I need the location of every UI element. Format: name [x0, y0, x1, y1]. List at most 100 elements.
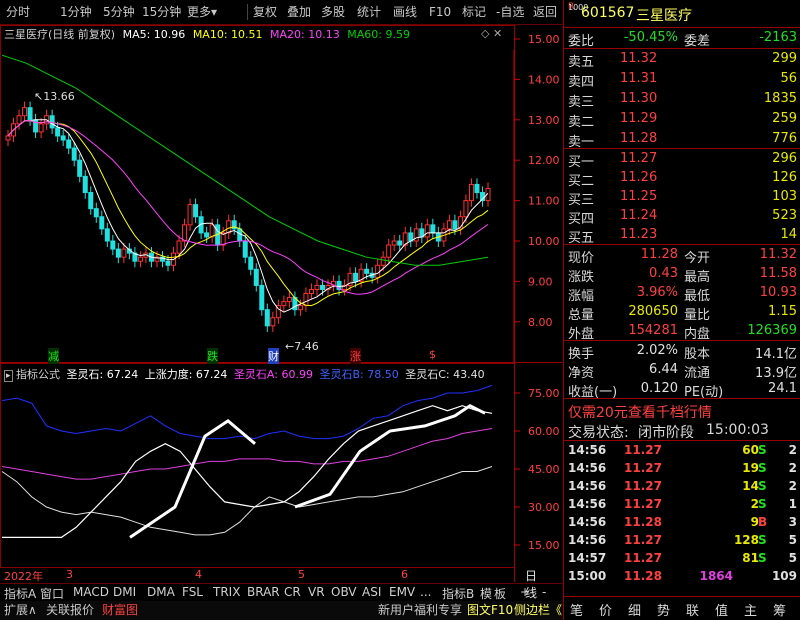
candle-body	[49, 115, 55, 129]
book-row[interactable]: 买一 11.27 296	[564, 149, 800, 170]
event-reduce[interactable]: 减	[48, 348, 59, 364]
indicator-axis-label: 75.00	[528, 387, 560, 400]
candle-body	[182, 224, 188, 242]
related-quote-tab[interactable]: 关联报价	[46, 602, 94, 619]
indicator-tab[interactable]: 板	[494, 585, 506, 602]
event-fall[interactable]: 跌	[207, 348, 218, 364]
promo-link[interactable]: 新用户福利专享	[378, 602, 462, 619]
divider	[564, 596, 800, 597]
tick-count: 5	[788, 533, 797, 547]
book-row[interactable]: 买二 11.26 126	[564, 168, 800, 189]
ind-value-b: 圣灵石B: 78.50	[319, 368, 399, 381]
book-price: 11.29	[620, 111, 658, 126]
tick-side: S	[758, 533, 767, 547]
indicator-tab[interactable]: BRAR	[247, 585, 280, 599]
book-row[interactable]: 买四 11.24 523	[564, 206, 800, 227]
book-price: 11.32	[620, 51, 658, 66]
book-volume: 776	[772, 131, 797, 146]
indicator-tab[interactable]: MACD	[73, 585, 109, 599]
tab-15min[interactable]: 15分钟	[142, 3, 181, 21]
stat-value: 10.93	[759, 285, 797, 300]
indicator-header: ▸ 指标公式 圣灵石: 67.24 上涨力度: 67.24 圣灵石A: 60.9…	[4, 366, 485, 382]
indicator-tab[interactable]: 指标A	[4, 585, 36, 602]
panel-tab[interactable]: 价	[599, 600, 612, 619]
book-row[interactable]: 卖五 11.32 299	[564, 49, 800, 70]
wealth-chart-tab[interactable]: 财富图	[102, 602, 138, 619]
f10-button[interactable]: F10	[429, 3, 451, 21]
event-rise[interactable]: 涨	[350, 348, 361, 364]
candle-body	[110, 240, 116, 250]
sidebar-toggle[interactable]: 侧边栏《	[514, 602, 562, 619]
divider	[564, 398, 800, 399]
book-row[interactable]: 卖三 11.30 1835	[564, 89, 800, 110]
indicator-tab[interactable]: -	[542, 585, 546, 599]
mark-button[interactable]: 标记	[462, 3, 486, 21]
book-volume: 523	[772, 208, 797, 223]
promo-row[interactable]: 仅需20元查看千档行情	[564, 400, 800, 422]
panel-tab[interactable]: 联	[686, 600, 699, 619]
panel-tab[interactable]: 主	[744, 600, 757, 619]
candle-body	[308, 288, 314, 295]
book-row[interactable]: 卖二 11.29 259	[564, 109, 800, 130]
panel-tab[interactable]: 筹	[773, 600, 786, 619]
adjust-button[interactable]: 复权	[253, 3, 277, 21]
ma-line	[7, 119, 489, 313]
indicator-tab[interactable]: CR	[284, 585, 301, 599]
f10-link[interactable]: 图文F10	[467, 602, 513, 619]
promo-text[interactable]: 仅需20元查看千档行情	[568, 402, 712, 422]
indicator-tab[interactable]: FSL	[182, 585, 203, 599]
indicator-tab[interactable]: DMI	[113, 585, 136, 599]
ind-value-c: 圣灵石C: 43.40	[405, 368, 485, 381]
book-price: 11.24	[620, 208, 658, 223]
indicator-tab[interactable]: OBV	[331, 585, 357, 599]
book-row[interactable]: 买三 11.25 103	[564, 187, 800, 208]
quote-panel: R 1000 601567 三星医疗 委比 -50.45% 委差 -2163 卖五…	[563, 0, 800, 620]
overlay-button[interactable]: 叠加	[287, 3, 311, 21]
indicator-tab[interactable]: +	[520, 585, 530, 599]
indicator-tab[interactable]: TRIX	[213, 585, 240, 599]
indicator-tab[interactable]: EMV	[389, 585, 415, 599]
panel-tab[interactable]: 势	[657, 600, 670, 619]
stat-value: 280650	[628, 304, 678, 319]
tab-5min[interactable]: 5分钟	[103, 3, 135, 21]
diamond-icon[interactable]: ◇	[481, 27, 489, 40]
indicator-tab[interactable]: 模	[480, 585, 492, 602]
tick-price: 11.27	[624, 533, 662, 547]
book-row[interactable]: 买五 11.23 14	[564, 225, 800, 246]
panel-tab[interactable]: 值	[715, 600, 728, 619]
tick-row: 14:57 11.27 81 S 5	[564, 549, 800, 567]
chart-area[interactable]: 15.00 14.00 13.00 12.00 11.00 10.00 9.00 8.00 7…	[0, 25, 562, 582]
indicator-name[interactable]: 指标公式	[16, 368, 60, 381]
book-row[interactable]: 卖四 11.31 56	[564, 69, 800, 90]
book-row[interactable]: 卖一 11.28 776	[564, 129, 800, 150]
chevron-down-icon: ▾	[211, 5, 218, 19]
multi-stock-button[interactable]: 多股	[321, 3, 345, 21]
close-icon[interactable]: ✕	[493, 27, 502, 40]
indicator-tab[interactable]: VR	[308, 585, 325, 599]
add-watchlist-button[interactable]: -自选	[496, 3, 524, 21]
tick-price: 11.27	[624, 443, 662, 457]
indicator-tab[interactable]: DMA	[147, 585, 175, 599]
event-dividend[interactable]: $	[429, 348, 436, 361]
indicator-tab[interactable]: 指标B	[442, 585, 474, 602]
stats-button[interactable]: 统计	[357, 3, 381, 21]
tick-side: S	[758, 479, 767, 493]
expand-tab[interactable]: 扩展∧	[4, 602, 37, 619]
draw-line-button[interactable]: 画线	[393, 3, 417, 21]
panel-tab[interactable]: 细	[628, 600, 641, 619]
indicator-tab[interactable]: ...	[420, 585, 431, 599]
panel-tab[interactable]: 笔	[570, 600, 583, 619]
tab-1min[interactable]: 1分钟	[60, 3, 92, 21]
stat-row: 总量 280650 量比 1.15	[564, 302, 800, 323]
tab-fenshi[interactable]: 分时	[6, 3, 30, 21]
candle-body	[121, 248, 127, 258]
expand-icon[interactable]: ▸	[4, 370, 13, 382]
tab-more[interactable]: 更多▾	[187, 3, 217, 21]
indicator-tab[interactable]: 窗口	[40, 585, 64, 602]
event-finance[interactable]: 财	[268, 348, 279, 364]
back-button[interactable]: 返回	[533, 3, 557, 21]
ma-line	[7, 120, 489, 307]
indicator-tab[interactable]: ASI	[362, 585, 381, 599]
price-label: 10.00	[528, 235, 560, 248]
low-marker: ←7.46	[285, 340, 319, 353]
